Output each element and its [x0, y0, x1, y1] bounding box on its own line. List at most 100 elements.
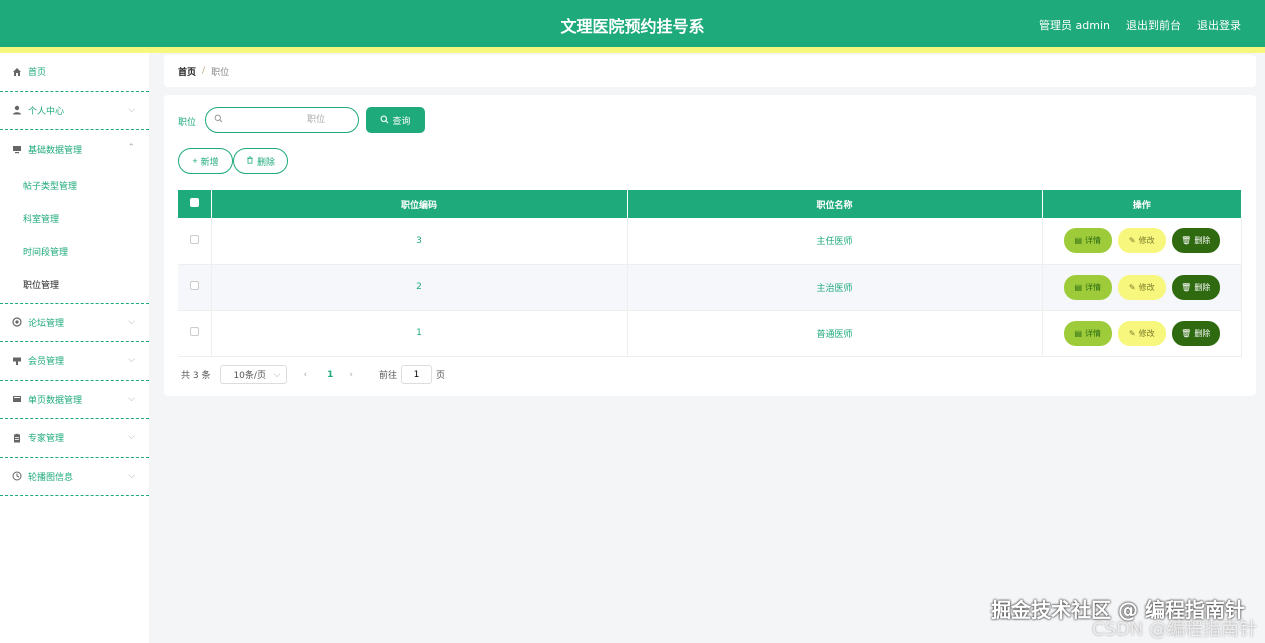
- detail-button[interactable]: ▤ 详情: [1063, 320, 1112, 346]
- sidebar-item-home[interactable]: 首页: [0, 53, 149, 92]
- chevron-down-icon: ⌵: [128, 316, 135, 327]
- detail-label: 详情: [1085, 236, 1102, 246]
- edit-label: 修改: [1138, 282, 1155, 292]
- sidebar-item-single-page[interactable]: 单页数据管理 ⌵: [0, 381, 149, 419]
- trash-icon: 🗑︎: [1181, 328, 1192, 338]
- detail-label: 详情: [1085, 282, 1102, 292]
- page-size-select[interactable]: 10条/页 ⌵: [220, 365, 288, 384]
- chevron-down-icon: ⌵: [128, 393, 135, 404]
- edit-icon: ✎: [1128, 328, 1136, 338]
- cell-ops: ▤ 详情 ✎ 修改 🗑︎ 删除: [1042, 264, 1242, 311]
- query-button-label: 查询: [392, 115, 411, 126]
- sidebar-subitem-post-type[interactable]: 帖子类型管理: [0, 169, 149, 202]
- cell-code: 1: [211, 310, 628, 357]
- main-content: 职位 查询 + 新增 删除 职位编码 职位名称 操作: [164, 95, 1256, 396]
- search-box[interactable]: [205, 107, 359, 133]
- sidebar-item-label: 专家管理: [28, 434, 65, 445]
- select-all-checkbox[interactable]: [189, 198, 199, 207]
- sidebar-item-label: 首页: [28, 68, 47, 79]
- sidebar-subitem-position[interactable]: 职位管理: [0, 268, 149, 301]
- add-button-label: 新增: [200, 156, 219, 167]
- top-header: 文理医院预约挂号系 管理员 admin 退出到前台 退出登录: [0, 0, 1265, 47]
- delete-label: 删除: [1194, 328, 1211, 338]
- search-label: 职位: [178, 118, 197, 128]
- delete-button[interactable]: 🗑︎ 删除: [1171, 320, 1220, 346]
- member-icon: [12, 356, 22, 366]
- detail-button[interactable]: ▤ 详情: [1063, 274, 1112, 300]
- sidebar: 首页 个人中心 ⌵ 基础数据管理 ⌃ 帖子类型管理 科室管理 时间段管理 职位管…: [0, 53, 149, 643]
- detail-icon: ▤: [1074, 282, 1083, 292]
- cell-name: 主治医师: [627, 264, 1043, 311]
- expert-icon: [12, 433, 22, 443]
- batch-delete-button[interactable]: 删除: [233, 148, 288, 174]
- go-front-link[interactable]: 退出到前台: [1126, 17, 1181, 33]
- edit-button[interactable]: ✎ 修改: [1117, 274, 1166, 300]
- sidebar-item-label: 论坛管理: [28, 318, 65, 329]
- detail-label: 详情: [1085, 328, 1102, 338]
- data-icon: [12, 144, 22, 154]
- sidebar-item-profile[interactable]: 个人中心 ⌵: [0, 92, 149, 130]
- row-checkbox[interactable]: [189, 234, 199, 244]
- table-row: 3 主任医师 ▤ 详情 ✎ 修改 🗑︎ 删除: [178, 218, 1242, 265]
- delete-button-label: 删除: [256, 156, 275, 167]
- sidebar-item-member[interactable]: 会员管理 ⌵: [0, 342, 149, 381]
- sidebar-item-forum[interactable]: 论坛管理 ⌵: [0, 304, 149, 342]
- delete-button[interactable]: 🗑︎ 删除: [1171, 274, 1220, 300]
- forum-icon: [12, 317, 22, 327]
- breadcrumb-current: 职位: [211, 67, 230, 78]
- delete-button[interactable]: 🗑︎ 删除: [1171, 228, 1220, 254]
- cell-code: 2: [211, 264, 628, 311]
- cell-code: 3: [211, 218, 628, 265]
- sidebar-item-label: 单页数据管理: [28, 395, 83, 406]
- breadcrumb-home[interactable]: 首页: [178, 65, 196, 78]
- edit-button[interactable]: ✎ 修改: [1117, 228, 1166, 254]
- sidebar-subitem-timeslot[interactable]: 时间段管理: [0, 235, 149, 268]
- trash-icon: 🗑︎: [1181, 282, 1192, 292]
- cell-ops: ▤ 详情 ✎ 修改 🗑︎ 删除: [1042, 218, 1242, 265]
- breadcrumb-separator: /: [202, 66, 206, 76]
- table-header-row: 职位编码 职位名称 操作: [178, 190, 1242, 218]
- admin-user-label[interactable]: 管理员 admin: [1039, 17, 1110, 33]
- logout-link[interactable]: 退出登录: [1197, 17, 1241, 33]
- search-icon: [214, 114, 223, 126]
- page-icon: [12, 394, 22, 404]
- trash-icon: 🗑︎: [1181, 236, 1192, 246]
- page-number[interactable]: 1: [327, 370, 333, 380]
- prev-page-icon[interactable]: ‹: [303, 370, 307, 380]
- add-button[interactable]: + 新增: [178, 148, 233, 174]
- edit-label: 修改: [1138, 328, 1155, 338]
- search-input[interactable]: [223, 110, 333, 130]
- sidebar-item-label: 个人中心: [28, 106, 65, 117]
- goto-page-input[interactable]: [400, 365, 432, 384]
- chevron-down-icon: ⌵: [128, 432, 135, 442]
- plus-icon: +: [192, 156, 198, 166]
- delete-label: 删除: [1194, 282, 1211, 292]
- chevron-down-icon: ⌵: [128, 355, 135, 365]
- detail-icon: ▤: [1074, 236, 1083, 246]
- sidebar-item-carousel[interactable]: 轮播图信息 ⌵: [0, 458, 149, 496]
- sidebar-item-expert[interactable]: 专家管理 ⌵: [0, 419, 149, 458]
- user-icon: [12, 105, 22, 115]
- col-header-name: 职位名称: [627, 190, 1043, 218]
- table-row: 1 普通医师 ▤ 详情 ✎ 修改 🗑︎ 删除: [178, 310, 1242, 357]
- detail-icon: ▤: [1074, 328, 1083, 338]
- row-checkbox[interactable]: [189, 281, 199, 290]
- chevron-down-icon: ⌵: [128, 104, 135, 115]
- pager-total: 共 3 条: [181, 371, 211, 381]
- sidebar-item-label: 会员管理: [28, 357, 65, 368]
- sidebar-item-basic-data[interactable]: 基础数据管理 ⌃: [0, 130, 149, 169]
- chevron-up-icon: ⌃: [127, 143, 135, 153]
- row-checkbox[interactable]: [189, 327, 199, 336]
- next-page-icon[interactable]: ›: [349, 370, 353, 380]
- sidebar-subitem-department[interactable]: 科室管理: [0, 202, 149, 235]
- chevron-down-icon: ⌵: [128, 470, 135, 481]
- watermark-secondary: CSDN @编程指南针: [1091, 619, 1257, 640]
- header-actions: 管理员 admin 退出到前台 退出登录: [1039, 17, 1241, 33]
- delete-label: 删除: [1194, 236, 1211, 246]
- detail-button[interactable]: ▤ 详情: [1063, 228, 1112, 254]
- select-all-cell: [178, 190, 212, 218]
- edit-button[interactable]: ✎ 修改: [1117, 320, 1166, 346]
- col-header-code: 职位编码: [211, 190, 628, 218]
- col-header-ops: 操作: [1042, 190, 1242, 218]
- query-button[interactable]: 查询: [366, 107, 425, 133]
